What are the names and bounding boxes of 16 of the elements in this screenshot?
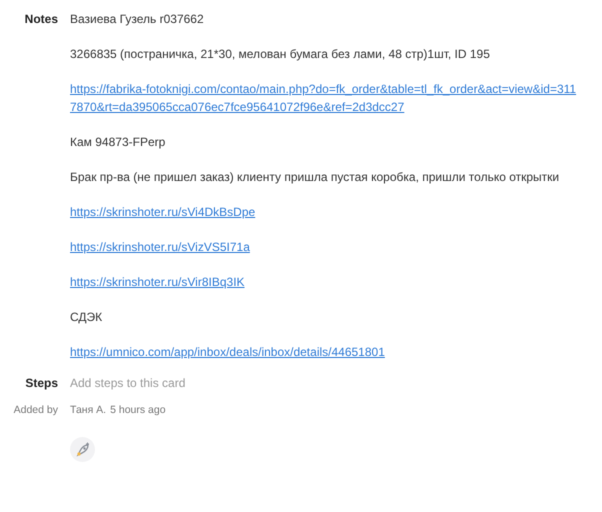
added-by-label: Added by — [14, 404, 58, 416]
note-link[interactable]: https://umnico.com/app/inbox/deals/inbox/details/44651801 — [70, 343, 385, 361]
author-name: Таня А. — [70, 403, 106, 418]
note-link[interactable]: https://fabrika-fotoknigi.com/contao/main.php?do=fk_order&table=tl_fk_order&act=view&id=3117870&rt=da395065cca076ec7fce95641072f96e&ref=2d3dcc27 — [70, 80, 582, 116]
note-link[interactable]: https://skrinshoter.ru/sVir8IBq3IK — [70, 273, 245, 291]
note-text: СДЭК — [70, 309, 104, 326]
notes-label: Notes — [24, 12, 58, 26]
note-text: Вазиева Гузель r037662 — [70, 11, 205, 28]
steps-input-field[interactable]: Add steps to this card — [70, 374, 290, 392]
added-time: 5 hours ago — [110, 403, 166, 418]
note-text: Кам 94873-FPerp — [70, 134, 166, 151]
note-text: 3266835 (постраничка, 21*30, мелован бумага без лами, 48 стр)1шт, ID 195 — [70, 46, 491, 63]
note-link[interactable]: https://skrinshoter.ru/sVizVS5I71a — [70, 238, 250, 256]
note-link[interactable]: https://skrinshoter.ru/sVi4DkBsDpe — [70, 203, 256, 221]
note-text: Брак пр-ва (не пришел заказ) клиенту пришла пустая коробка, пришли только открытки — [70, 169, 560, 186]
steps-label: Steps — [25, 376, 58, 390]
